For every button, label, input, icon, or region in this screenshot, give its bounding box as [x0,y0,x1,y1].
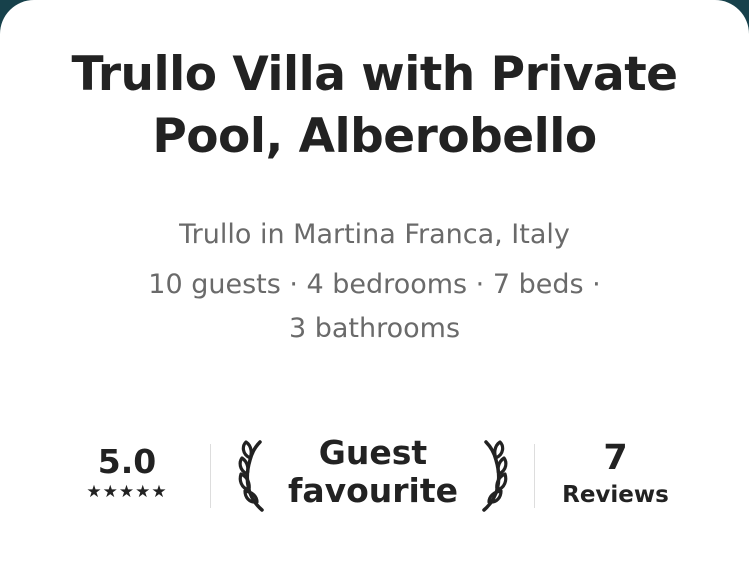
listing-stats-bar: 5.0 ★★★★★ Guest favourite 7 Reviews [62,430,687,520]
rating-value: 5.0 [97,442,157,481]
listing-title-line-2: Pool, Alberobello [152,109,597,164]
reviews-label: Reviews [562,482,669,508]
laurel-right-icon [482,440,508,512]
reviews-count: 7 [603,438,628,478]
reviews-link[interactable]: 7 Reviews [544,436,687,510]
stats-divider [534,444,535,508]
rating-block: 5.0 ★★★★★ [62,442,192,502]
badge-line-1: Guest [318,433,428,472]
guest-favourite-badge[interactable]: Guest favourite [232,434,514,514]
listing-details-line-1: 10 guests · 4 bedrooms · 7 beds · [148,269,601,300]
listing-details-line-2: 3 bathrooms [288,313,461,344]
stats-divider [210,444,211,508]
listing-title-line-1: Trullo Villa with Private [71,47,678,102]
listing-location: Trullo in Martina Franca, Italy [179,219,570,250]
rating-stars: ★★★★★ [86,482,168,502]
guest-favourite-label: Guest favourite [272,434,474,510]
listing-header-card: Trullo Villa with Private Pool, Alberobe… [0,0,749,574]
laurel-left-icon [238,440,264,512]
listing-title: Trullo Villa with Private Pool, Alberobe… [0,44,749,168]
badge-line-2: favourite [287,471,459,510]
listing-details: 10 guests · 4 bedrooms · 7 beds · 3 bath… [110,263,639,351]
